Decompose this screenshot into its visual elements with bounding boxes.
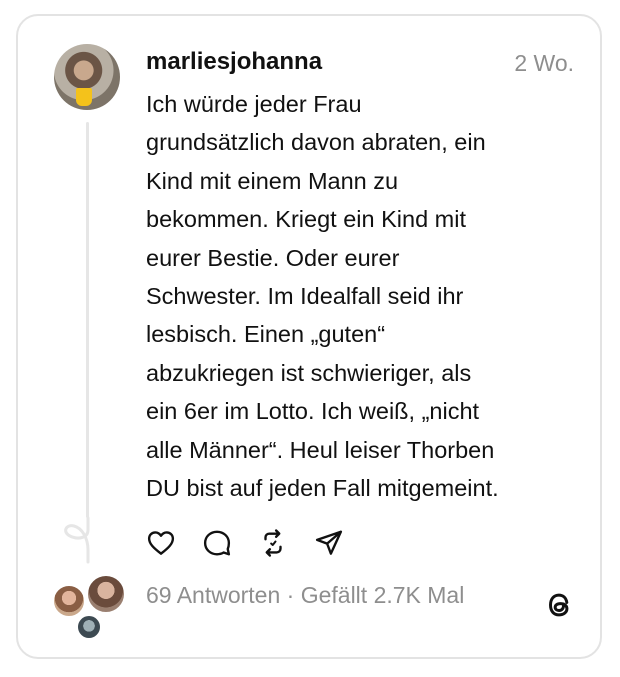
- post-text: Ich würde jeder Frau grundsätzlich davon…: [146, 91, 499, 502]
- send-icon[interactable]: [314, 528, 344, 558]
- author-username[interactable]: marliesjohanna: [146, 48, 322, 76]
- comment-icon[interactable]: [202, 528, 232, 558]
- replier-avatar: [86, 574, 126, 614]
- avatar-cup-detail: [76, 88, 92, 106]
- post-timestamp: 2 Wo.: [514, 50, 574, 76]
- action-bar: [146, 528, 344, 558]
- thread-curl-icon: [64, 516, 90, 564]
- author-avatar[interactable]: [54, 44, 120, 110]
- thread-line: [86, 122, 89, 518]
- repost-icon[interactable]: [258, 528, 288, 558]
- post-stats[interactable]: 69 Antworten · Gefällt 2.7K Mal: [146, 582, 464, 609]
- heart-icon[interactable]: [146, 528, 176, 558]
- replier-avatar: [52, 584, 86, 618]
- threads-logo-icon[interactable]: [542, 588, 576, 622]
- replier-avatar: [76, 614, 102, 640]
